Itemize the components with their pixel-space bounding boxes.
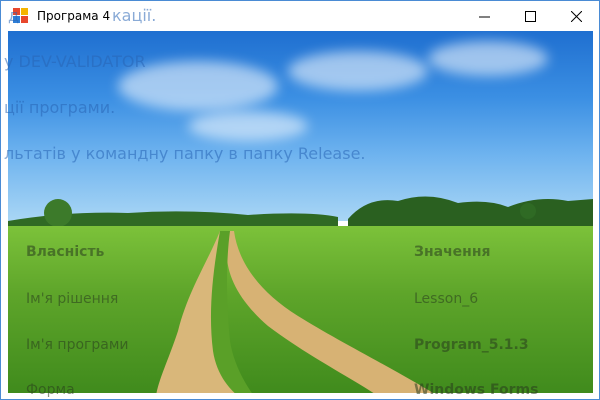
app-window: Програма 4 bbox=[0, 0, 600, 400]
close-button[interactable] bbox=[553, 1, 599, 31]
window-title: Програма 4 bbox=[37, 9, 111, 23]
title-bar[interactable]: Програма 4 bbox=[1, 1, 599, 31]
picture-box bbox=[8, 31, 593, 393]
maximize-icon bbox=[524, 10, 536, 22]
dirt-path bbox=[156, 231, 434, 393]
minimize-icon bbox=[478, 16, 490, 17]
app-icon bbox=[13, 8, 29, 24]
maximize-button[interactable] bbox=[507, 1, 553, 31]
close-icon bbox=[570, 10, 582, 22]
minimize-button[interactable] bbox=[461, 1, 507, 31]
